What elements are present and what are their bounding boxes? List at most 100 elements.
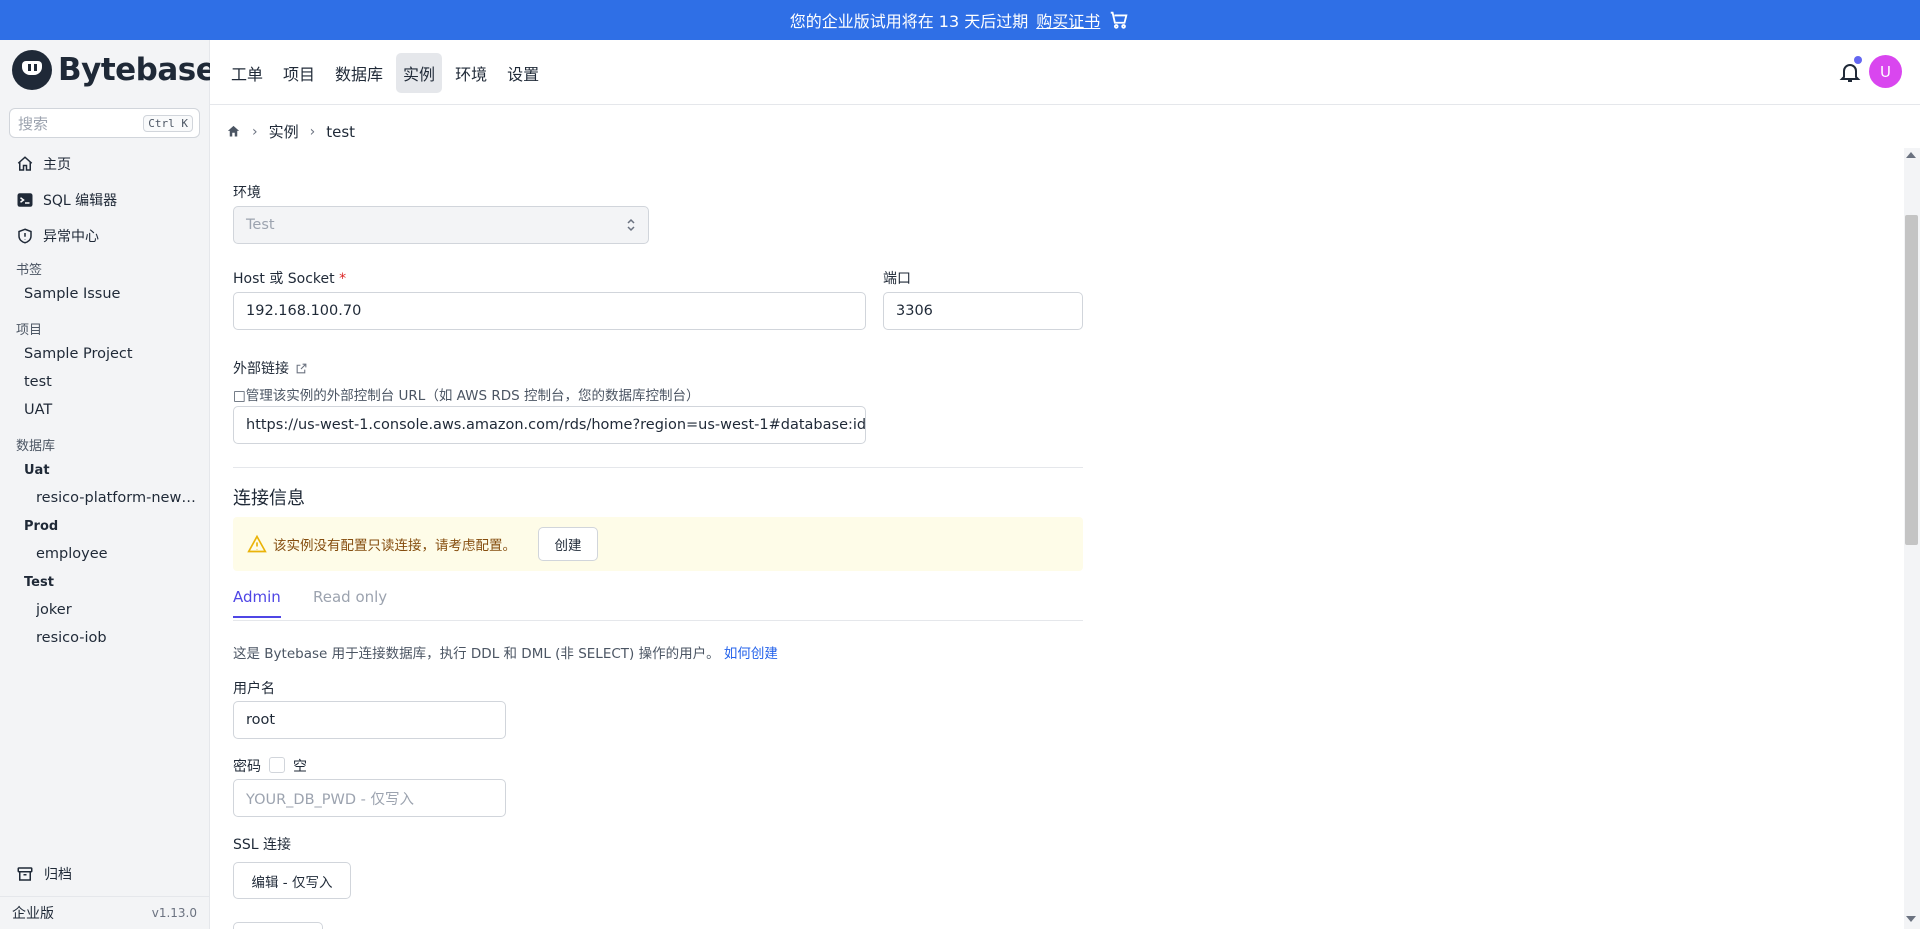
host-label: Host 或 Socket * [233,268,346,288]
buy-license-link[interactable]: 购买证书 [1036,8,1100,32]
bytebase-logo[interactable]: Bytebase [12,50,217,90]
bytebase-logo-icon [12,50,52,90]
trial-banner: 您的企业版试用将在 13 天后过期 购买证书 [0,0,1920,40]
search-placeholder: 搜索 [18,114,49,133]
sidebar-item-archive[interactable]: 归档 [16,864,72,884]
home-icon [17,156,33,171]
db-joker[interactable]: joker [36,602,196,618]
tab-databases[interactable]: 数据库 [328,53,390,93]
breadcrumb-current: test [326,122,356,141]
terminal-icon [17,193,33,207]
avatar[interactable]: U [1869,55,1902,88]
scroll-up-arrow[interactable] [1906,152,1916,158]
environment-value: Test [246,217,275,233]
password-input[interactable]: YOUR_DB_PWD - 仅写入 [233,779,506,817]
partially-visible-button[interactable] [233,922,323,929]
edit-ssl-button[interactable]: 编辑 - 仅写入 [233,862,351,899]
password-label: 密码 [233,759,261,775]
connection-description-text: 这是 Bytebase 用于连接数据库，执行 DDL 和 DML (非 SELE… [233,646,720,662]
scroll-down-arrow[interactable] [1906,916,1916,922]
external-link-label-text: 外部链接 [233,361,289,377]
connection-description: 这是 Bytebase 用于连接数据库，执行 DDL 和 DML (非 SELE… [233,642,778,662]
version-label: v1.13.0 [151,906,197,920]
sidebar-item-anomaly-center[interactable]: 异常中心 [16,226,99,246]
section-divider [233,467,1083,468]
external-link-hint: □管理该实例的外部控制台 URL（如 AWS RDS 控制台，您的数据库控制台） [233,388,700,404]
required-mark: * [339,271,347,287]
project-uat[interactable]: UAT [24,402,52,418]
environment-select: Test [233,206,649,244]
search-shortcut: Ctrl K [143,114,193,132]
host-input[interactable]: 192.168.100.70 [233,292,866,330]
readonly-warning: 该实例没有配置只读连接，请考虑配置。 创建 [233,517,1083,571]
tab-admin[interactable]: Admin [233,588,281,618]
notification-dot [1854,56,1862,64]
tab-instances[interactable]: 实例 [396,53,443,93]
chevron-right-icon: › [252,123,258,140]
db-env-uat: Uat [24,463,50,478]
trial-banner-text: 您的企业版试用将在 13 天后过期 [789,12,1029,31]
bookmark-sample-issue[interactable]: Sample Issue [24,286,120,302]
sidebar-item-label: SQL 编辑器 [43,193,118,209]
top-navigation: 工单 项目 数据库 实例 环境 设置 U [210,40,1920,105]
db-resico-platform-new[interactable]: resico-platform-new-... [36,490,196,506]
username-label: 用户名 [233,681,275,697]
connection-tabs: Admin Read only [233,588,1083,621]
tab-settings[interactable]: 设置 [500,53,546,93]
create-readonly-button[interactable]: 创建 [538,527,598,561]
scrollbar-thumb[interactable] [1905,215,1918,545]
db-env-test: Test [24,575,54,590]
select-arrows-icon [627,218,635,232]
port-input[interactable]: 3306 [883,292,1083,330]
db-employee[interactable]: employee [36,546,196,562]
sidebar: Bytebase 搜索 Ctrl K 主页 SQL 编辑器 异常中心 书签 Sa… [0,40,217,929]
tab-read-only[interactable]: Read only [313,588,387,616]
project-sample-project[interactable]: Sample Project [24,346,133,362]
chevron-right-icon: › [309,123,316,140]
password-placeholder: YOUR_DB_PWD - 仅写入 [246,791,414,808]
sidebar-item-label: 主页 [43,157,71,173]
brand-name: Bytebase [58,52,217,88]
db-resico-iob[interactable]: resico-iob [36,630,196,646]
connection-info-title: 连接信息 [233,488,305,509]
projects-label: 项目 [16,323,43,338]
sidebar-item-home[interactable]: 主页 [16,154,71,174]
breadcrumb: › 实例 › test [226,121,355,142]
tab-projects[interactable]: 项目 [276,53,322,93]
port-label: 端口 [883,271,911,287]
search-input[interactable]: 搜索 Ctrl K [9,108,200,138]
username-input[interactable]: root [233,701,506,739]
warning-text: 该实例没有配置只读连接，请考虑配置。 [273,538,516,554]
breadcrumb-instances[interactable]: 实例 [269,121,299,142]
username-value: root [246,712,276,728]
port-value: 3306 [896,303,933,319]
home-icon[interactable] [226,124,241,139]
edition-bar: 企业版 v1.13.0 [0,896,209,929]
empty-password-checkbox[interactable] [269,757,285,773]
tab-environments[interactable]: 环境 [448,53,494,93]
ssl-label: SSL 连接 [233,837,292,853]
sidebar-item-label: 异常中心 [43,229,99,245]
host-label-text: Host 或 Socket [233,271,335,287]
edition-label[interactable]: 企业版 [12,903,54,923]
db-env-prod: Prod [24,519,59,534]
databases-label: 数据库 [16,439,56,454]
host-value: 192.168.100.70 [246,303,362,319]
warning-icon [247,534,267,553]
archive-icon [17,867,33,881]
sidebar-item-sql-editor[interactable]: SQL 编辑器 [16,190,117,210]
how-to-create-link[interactable]: 如何创建 [724,646,778,662]
archive-label: 归档 [44,867,72,883]
cart-icon[interactable] [1108,9,1130,31]
external-link-value: https://us-west-1.console.aws.amazon.com… [246,417,866,433]
main-tabs: 工单 项目 数据库 实例 环境 设置 [224,53,546,93]
tab-issues[interactable]: 工单 [224,53,270,93]
empty-password-label: 空 [293,759,307,775]
external-link-icon[interactable] [295,362,308,375]
bookmarks-label: 书签 [16,263,43,278]
external-link-label: 外部链接 [233,358,308,378]
environment-label: 环境 [233,185,261,201]
project-test[interactable]: test [24,374,52,390]
shield-icon [18,228,32,244]
external-link-input[interactable]: https://us-west-1.console.aws.amazon.com… [233,406,866,444]
